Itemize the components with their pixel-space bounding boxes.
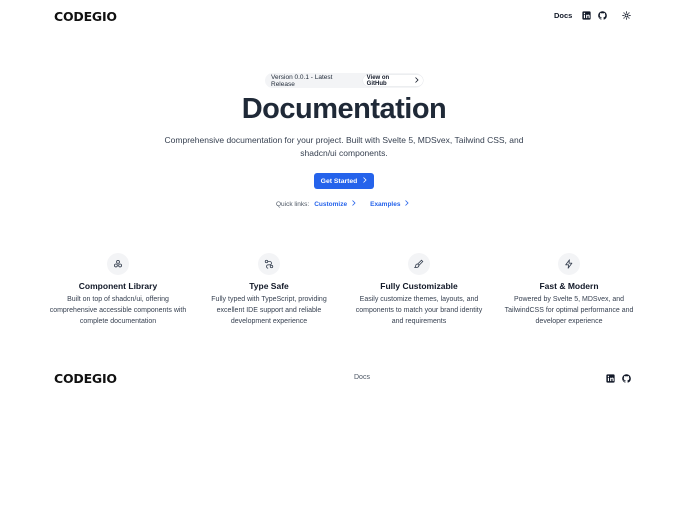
feature-fast-modern: Fast & Modern Powered by Svelte 5, MDSve… (499, 253, 639, 327)
release-pill: Version 0.0.1 - Latest Release View on G… (265, 73, 423, 88)
quick-links-label: Quick links: (276, 200, 310, 208)
nav-docs-link[interactable]: Docs (554, 11, 572, 20)
quick-link-examples[interactable]: Examples (370, 200, 410, 208)
site-logo[interactable]: CODEGIO (54, 9, 117, 24)
get-started-label: Get Started (320, 177, 358, 185)
quick-link-examples-label: Examples (370, 200, 401, 208)
quick-link-customize[interactable]: Customize (314, 200, 356, 208)
route-icon (258, 253, 280, 275)
page-title: Documentation (241, 93, 447, 125)
page-subtitle: Comprehensive documentation for your pro… (164, 135, 524, 158)
quick-links: Quick links: Customize Examples (276, 200, 410, 208)
linkedin-icon[interactable] (580, 9, 592, 21)
footer-docs-link[interactable]: Docs (354, 374, 370, 381)
feature-description: Fully typed with TypeScript, providing e… (211, 296, 327, 325)
chevron-right-icon (362, 177, 367, 185)
feature-title: Type Safe (249, 281, 289, 291)
feature-description: Built on top of shadcn/ui, offering comp… (49, 296, 187, 325)
feature-component-library: Component Library Built on top of shadcn… (48, 253, 188, 327)
github-icon[interactable] (620, 372, 632, 384)
feature-description: Easily customize themes, layouts, and co… (355, 296, 483, 325)
version-text: Version 0.0.1 - Latest Release (271, 73, 333, 88)
feature-type-safe: Type Safe Fully typed with TypeScript, p… (199, 253, 339, 327)
get-started-button[interactable]: Get Started (314, 173, 374, 189)
component-icon (107, 253, 129, 275)
view-on-github-label: View on GitHub (366, 74, 390, 87)
view-on-github-link[interactable]: View on GitHub (362, 74, 423, 87)
chevron-right-icon (404, 200, 410, 208)
chevron-right-icon (414, 76, 419, 85)
site-header: CODEGIO Docs (0, 0, 688, 30)
feature-title: Fully Customizable (380, 281, 458, 291)
feature-title: Component Library (78, 281, 158, 291)
feature-fully-customizable: Fully Customizable Easily customize them… (349, 253, 489, 327)
feature-description: Powered by Svelte 5, MDSvex, and Tailwin… (504, 296, 634, 325)
zap-icon (558, 253, 580, 275)
footer-logo[interactable]: CODEGIO (54, 371, 117, 386)
feature-title: Fast & Modern (539, 281, 599, 291)
linkedin-icon[interactable] (604, 372, 616, 384)
paintbrush-icon (408, 253, 430, 275)
sun-icon[interactable] (620, 9, 632, 21)
github-icon[interactable] (596, 9, 608, 21)
chevron-right-icon (351, 200, 356, 208)
quick-link-customize-label: Customize (314, 200, 348, 208)
